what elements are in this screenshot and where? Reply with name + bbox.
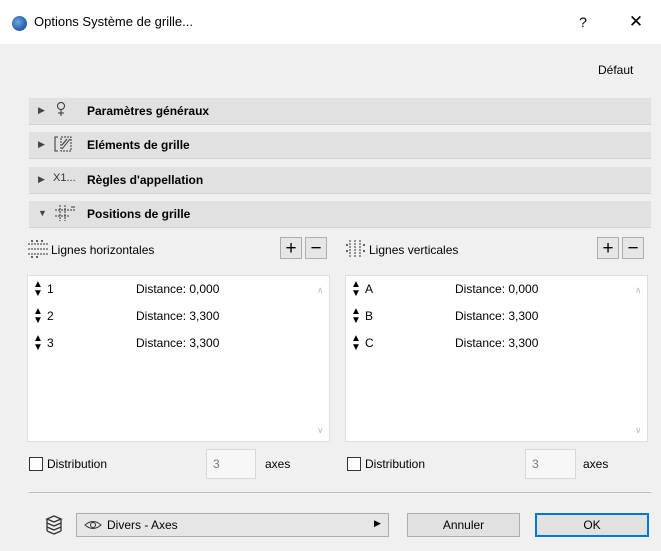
horizontal-lines-title: Lignes horizontales xyxy=(51,243,155,257)
drag-handle-icon[interactable]: ▲ ▼ xyxy=(351,334,361,353)
vertical-distribution-checkbox[interactable] xyxy=(347,457,361,471)
layers-icon xyxy=(43,515,65,535)
footer-divider xyxy=(29,492,651,493)
default-label[interactable]: Défaut xyxy=(598,63,633,77)
add-vertical-line-button[interactable]: + xyxy=(597,237,619,259)
section-label: Paramètres généraux xyxy=(87,104,210,118)
line-distance: Distance: 0,000 xyxy=(455,282,539,296)
list-item[interactable]: ▲ ▼ B Distance: 3,300 xyxy=(346,303,647,329)
line-distance: Distance: 3,300 xyxy=(455,309,539,323)
section-grid-elements[interactable]: ▶ Eléments de grille xyxy=(29,132,651,159)
line-distance: Distance: 0,000 xyxy=(136,282,220,296)
line-name: 1 xyxy=(47,282,54,296)
section-label: Positions de grille xyxy=(87,207,191,221)
section-general-parameters[interactable]: ▶ Paramètres généraux xyxy=(29,98,651,125)
list-item[interactable]: ▲ ▼ 2 Distance: 3,300 xyxy=(28,303,329,329)
layer-select[interactable]: Divers - Axes ▶ xyxy=(76,513,389,537)
line-name: 2 xyxy=(47,309,54,323)
remove-vertical-line-button[interactable]: − xyxy=(622,237,644,259)
list-item[interactable]: ▲ ▼ C Distance: 3,300 xyxy=(346,330,647,356)
scroll-down-arrow-icon[interactable]: ∨ xyxy=(635,425,642,436)
line-distance: Distance: 3,300 xyxy=(136,336,220,350)
section-label: Règles d'appellation xyxy=(87,173,204,187)
expand-arrow-icon: ▶ xyxy=(38,105,45,115)
horizontal-axes-count-input[interactable]: 3 xyxy=(206,449,256,479)
horizontal-distribution-checkbox[interactable] xyxy=(29,457,43,471)
expand-arrow-icon: ▶ xyxy=(38,139,45,149)
line-distance: Distance: 3,300 xyxy=(136,309,220,323)
help-button[interactable]: ? xyxy=(572,11,594,33)
list-item[interactable]: ▲ ▼ 3 Distance: 3,300 xyxy=(28,330,329,356)
layer-name: Divers - Axes xyxy=(107,518,178,532)
vertical-lines-icon xyxy=(345,239,367,259)
horizontal-axes-label: axes xyxy=(265,457,291,471)
add-horizontal-line-button[interactable]: + xyxy=(280,237,302,259)
horizontal-lines-list[interactable]: ▲ ▼ 1 Distance: 0,000 ▲ ▼ 2 Distance: 3,30… xyxy=(27,275,330,442)
expand-arrow-icon: ▶ xyxy=(38,174,45,184)
scroll-up-arrow-icon[interactable]: ∧ xyxy=(635,285,642,296)
line-name: B xyxy=(365,309,374,323)
grid-positions-icon xyxy=(53,204,75,222)
section-grid-positions[interactable]: ▼ Positions de grille xyxy=(29,201,651,228)
eye-icon xyxy=(83,517,103,533)
drag-handle-icon[interactable]: ▲ ▼ xyxy=(33,307,43,326)
ok-button[interactable]: OK xyxy=(535,513,649,537)
cancel-button[interactable]: Annuler xyxy=(407,513,520,537)
drag-handle-icon[interactable]: ▲ ▼ xyxy=(351,280,361,299)
section-naming-rules[interactable]: ▶ X1... Règles d'appellation xyxy=(29,167,651,194)
collapse-arrow-icon: ▼ xyxy=(38,208,47,218)
grid-elements-icon xyxy=(53,135,73,153)
list-item[interactable]: ▲ ▼ A Distance: 0,000 xyxy=(346,276,647,302)
drag-handle-icon[interactable]: ▲ ▼ xyxy=(33,334,43,353)
naming-icon: X1... xyxy=(53,172,76,184)
vertical-lines-title: Lignes verticales xyxy=(369,243,459,257)
vertical-lines-list[interactable]: ▲ ▼ A Distance: 0,000 ▲ ▼ B Distance: 3,30… xyxy=(345,275,648,442)
vertical-distribution-label: Distribution xyxy=(365,457,426,471)
horizontal-distribution-label: Distribution xyxy=(47,457,108,471)
line-name: A xyxy=(365,282,374,296)
section-label: Eléments de grille xyxy=(87,138,190,152)
line-name: C xyxy=(365,336,374,350)
vertical-axes-label: axes xyxy=(583,457,609,471)
scroll-down-arrow-icon[interactable]: ∨ xyxy=(317,425,324,436)
dropdown-arrow-icon: ▶ xyxy=(374,518,381,528)
vertical-axes-count-input[interactable]: 3 xyxy=(525,449,576,479)
app-logo-icon xyxy=(12,16,27,31)
drag-handle-icon[interactable]: ▲ ▼ xyxy=(351,307,361,326)
line-name: 3 xyxy=(47,336,54,350)
line-distance: Distance: 3,300 xyxy=(455,336,539,350)
scroll-up-arrow-icon[interactable]: ∧ xyxy=(317,285,324,296)
pin-icon xyxy=(53,101,73,119)
drag-handle-icon[interactable]: ▲ ▼ xyxy=(33,280,43,299)
close-button[interactable]: ✕ xyxy=(625,11,647,33)
list-item[interactable]: ▲ ▼ 1 Distance: 0,000 xyxy=(28,276,329,302)
remove-horizontal-line-button[interactable]: − xyxy=(305,237,327,259)
horizontal-lines-icon xyxy=(27,239,49,259)
window-title: Options Système de grille... xyxy=(34,14,193,29)
